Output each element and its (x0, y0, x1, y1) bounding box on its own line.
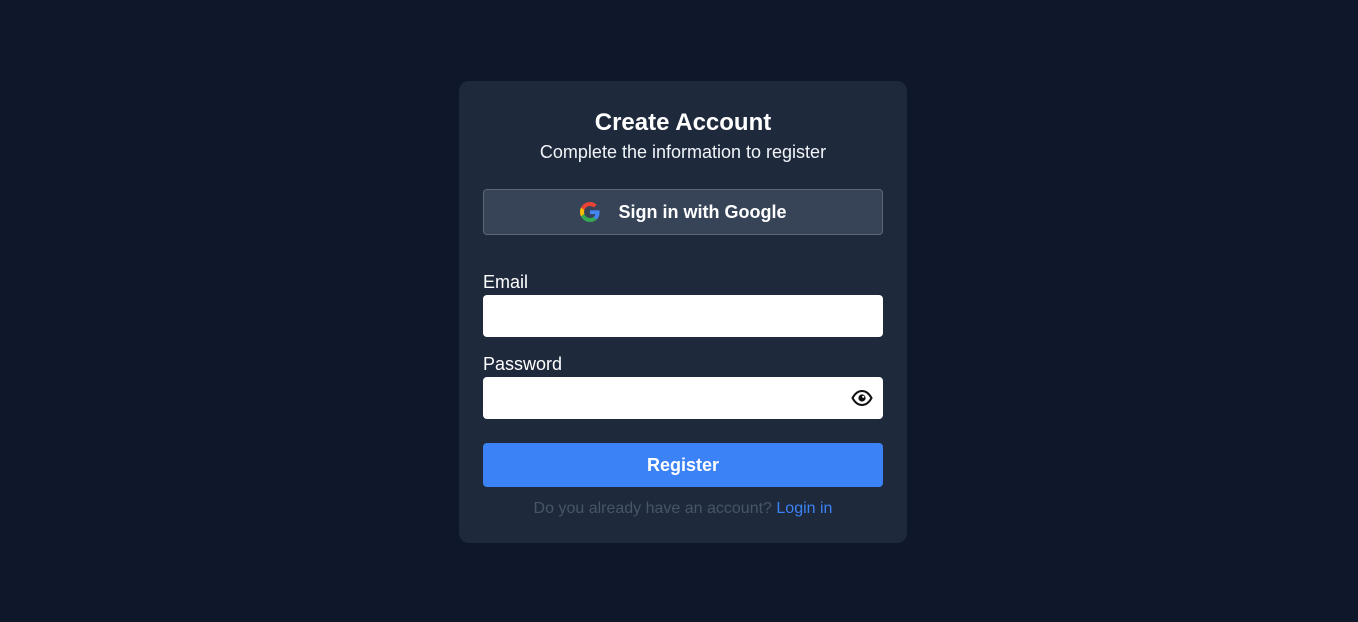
password-label: Password (483, 354, 563, 374)
page-subtitle: Complete the information to register (539, 142, 827, 162)
login-prompt: Do you already have an account? Login in (459, 499, 907, 519)
email-field-wrapper (483, 295, 883, 337)
register-card: Create Account Complete the information … (459, 81, 907, 543)
google-logo-icon (579, 202, 600, 222)
login-prompt-text: Do you already have an account? (533, 500, 772, 517)
page: Create Account Complete the information … (0, 0, 1358, 622)
password-field-wrapper (483, 377, 883, 419)
password-input[interactable] (483, 377, 883, 419)
register-button[interactable]: Register (483, 443, 883, 487)
login-link[interactable]: Login in (776, 500, 832, 517)
email-label: Email (483, 272, 529, 292)
google-sign-in-button[interactable]: Sign in with Google (483, 189, 883, 235)
page-title: Create Account (594, 109, 772, 136)
google-sign-in-label: Sign in with Google (618, 201, 787, 222)
eye-icon[interactable] (851, 388, 873, 408)
email-input[interactable] (483, 295, 883, 337)
